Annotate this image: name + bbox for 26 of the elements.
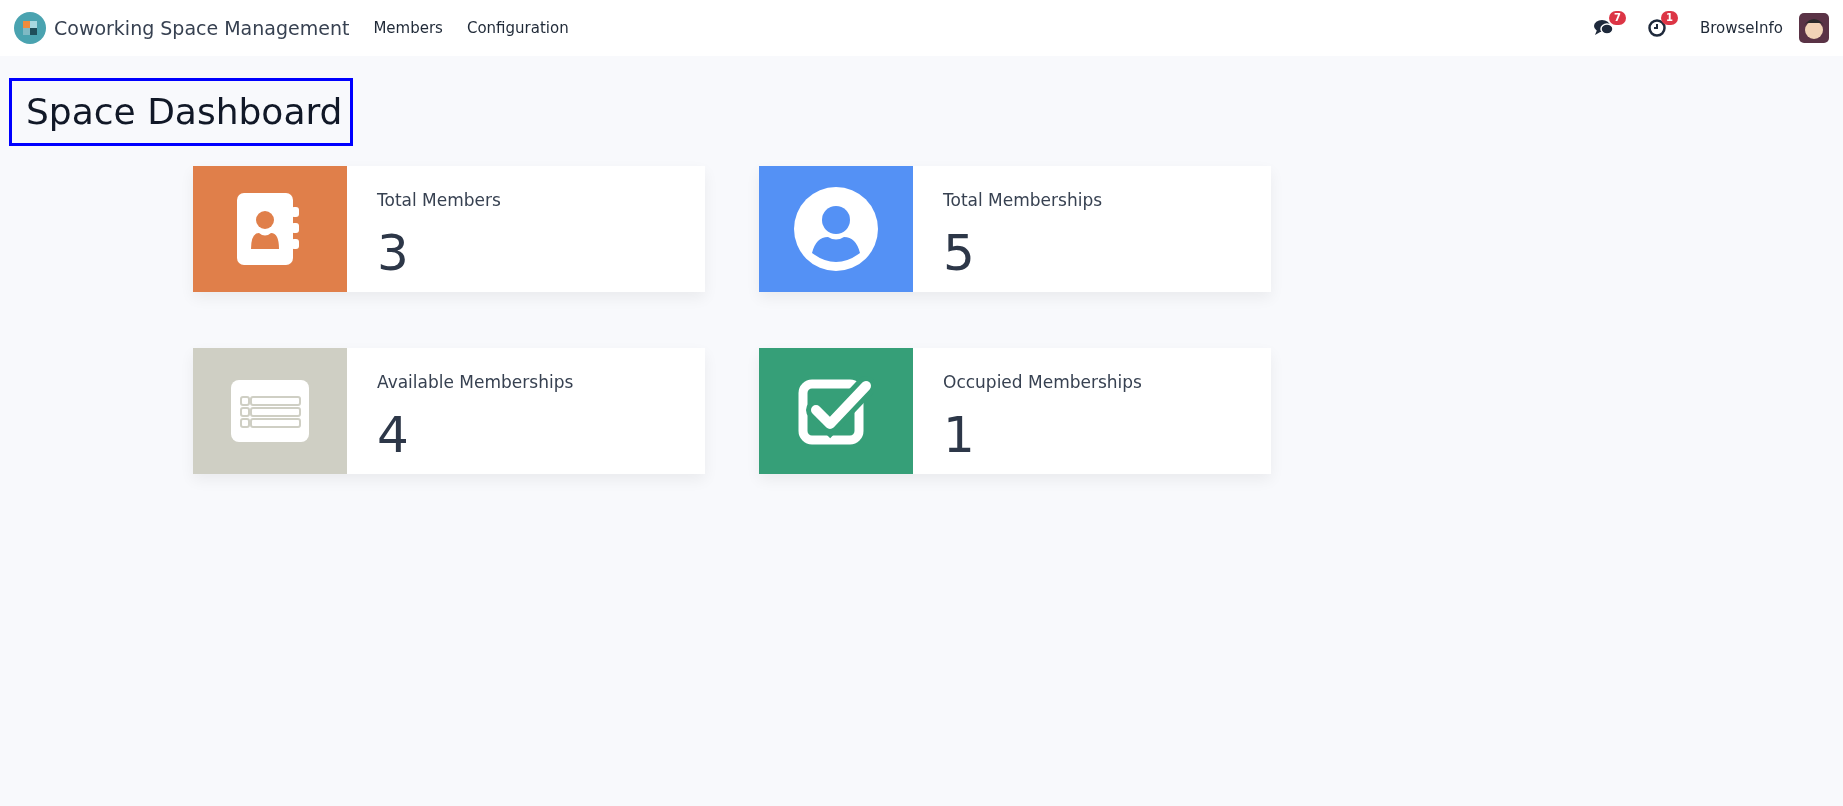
notification-count: 7 <box>1609 11 1626 25</box>
stat-value: 1 <box>943 409 976 460</box>
stat-label: Total Memberships <box>943 189 1103 212</box>
stat-label: Total Members <box>377 189 501 212</box>
stat-value: 4 <box>377 409 410 460</box>
menu-link[interactable]: Configuration <box>466 16 569 40</box>
table-icon <box>231 380 309 442</box>
page-title: Space Dashboard <box>9 78 354 146</box>
app-logo-icon[interactable] <box>14 12 46 44</box>
clock-icon[interactable] <box>1648 19 1666 37</box>
stat-value: 3 <box>377 227 410 278</box>
stat-card[interactable]: Total Members 3 <box>193 166 705 292</box>
stat-card[interactable]: Total Memberships 5 <box>759 166 1271 292</box>
stat-card[interactable]: Occupied Memberships 1 <box>759 348 1271 474</box>
user-circle-icon <box>794 187 878 271</box>
stat-card[interactable]: Available Memberships 4 <box>193 348 705 474</box>
avatar-icon[interactable] <box>1799 13 1829 43</box>
stat-label: Available Memberships <box>377 371 574 394</box>
checkbox-icon <box>798 376 874 446</box>
menu-link[interactable]: Members <box>373 16 443 40</box>
app-title[interactable]: Coworking Space Management <box>54 13 350 43</box>
stat-label: Occupied Memberships <box>943 371 1142 394</box>
stat-value: 5 <box>943 227 976 278</box>
user-name[interactable]: BrowseInfo <box>1700 16 1783 40</box>
notification-count: 1 <box>1661 11 1678 25</box>
messages-icon[interactable] <box>1594 19 1614 37</box>
